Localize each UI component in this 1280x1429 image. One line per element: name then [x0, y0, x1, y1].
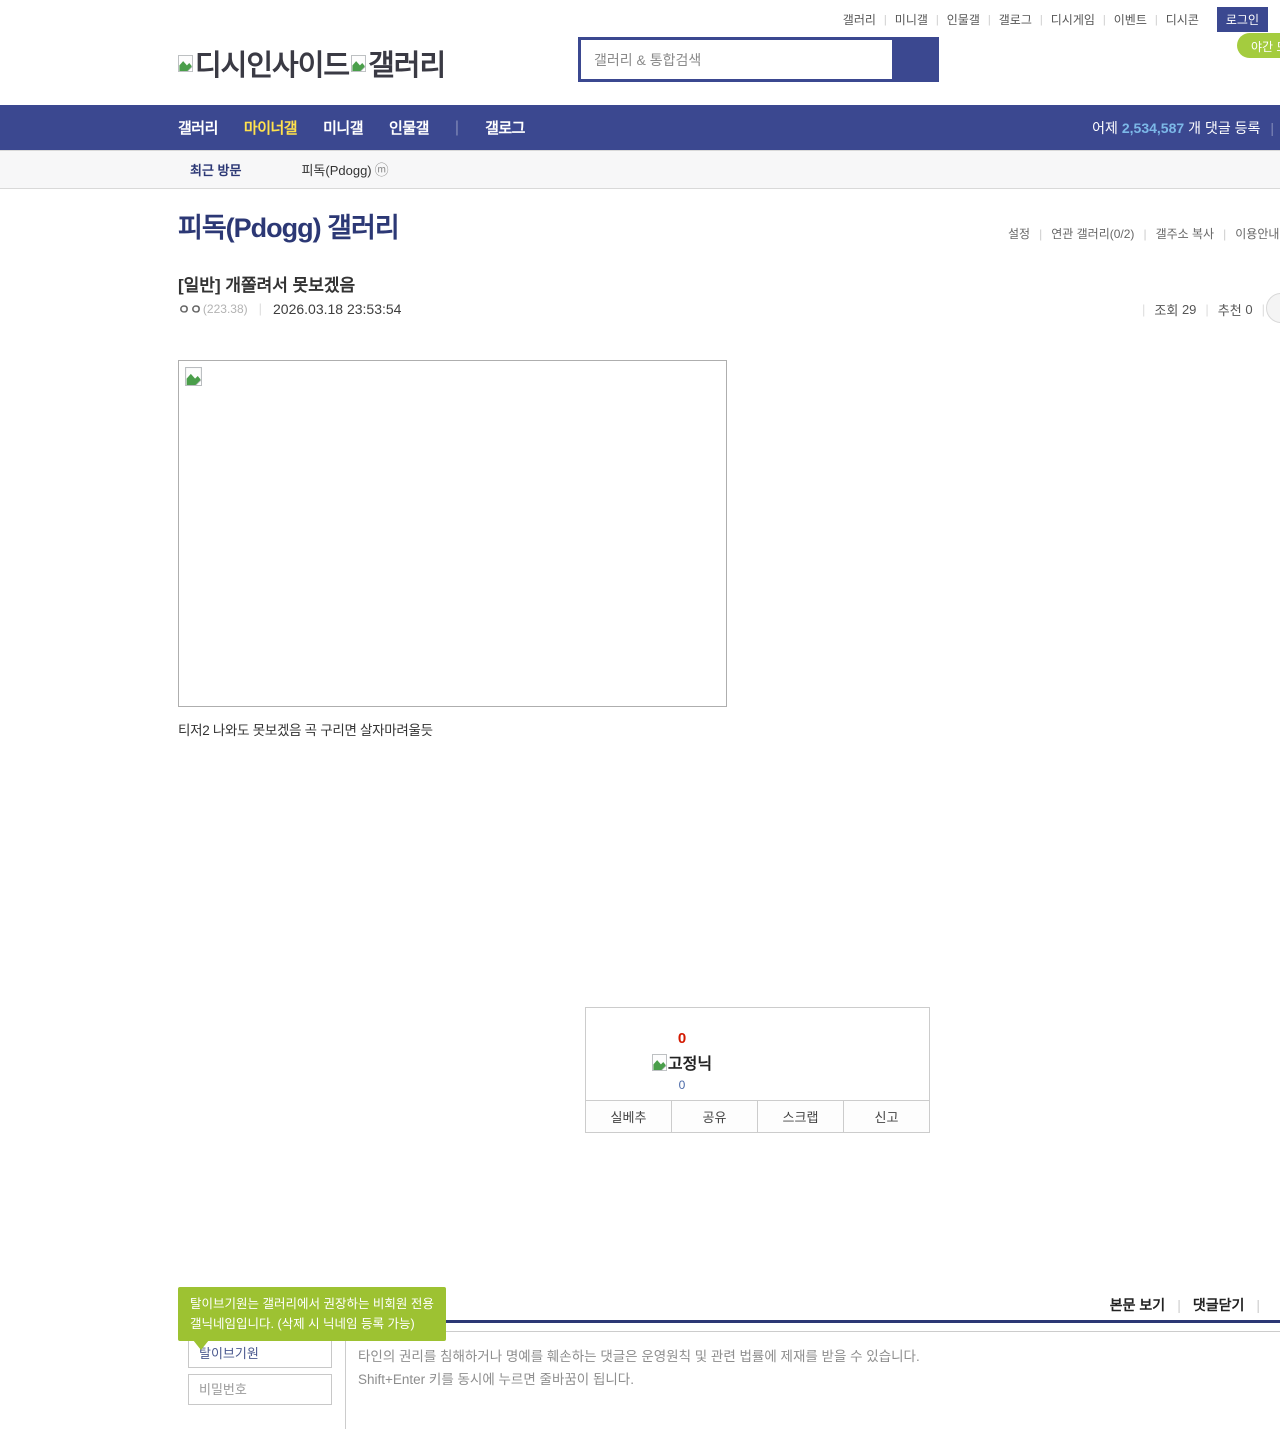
recommend-label: 추천 [1217, 303, 1242, 318]
silbechu-button[interactable]: 실베추 [586, 1101, 672, 1132]
usage-guide-link[interactable]: 이용안내 [1235, 225, 1279, 242]
report-button[interactable]: 신고 [844, 1101, 929, 1132]
vote-column: 0 고정닉 0 [626, 1030, 738, 1092]
broken-image-icon [178, 54, 193, 72]
util-link-dcgame[interactable]: 디시게임 [1043, 11, 1103, 28]
post-image-placeholder[interactable] [178, 360, 727, 707]
nav-persongal[interactable]: 인물갤 [389, 117, 429, 138]
recent-visit-label[interactable]: 최근 방문 [190, 160, 241, 179]
gallery-title[interactable]: 피독(Pdogg) 갤러리 [178, 206, 400, 245]
copy-url-link[interactable]: 갤주소 복사 [1156, 225, 1215, 242]
post-writer-ip: (223.38) [202, 301, 248, 316]
comment-header: 본문 보기 | 댓글닫기 | [1110, 1295, 1272, 1315]
comment-count-stats: 어제 2,534,587 개 댓글 등록 | [1092, 105, 1274, 150]
post-title-text: 개쫄려서 못보겠음 [225, 276, 356, 295]
scrap-button[interactable]: 스크랩 [758, 1101, 844, 1132]
night-mode-button[interactable]: 야간 모드 [1237, 33, 1280, 58]
divider: | [1205, 302, 1209, 317]
tooltip-line2: 갤닉네임입니다. (삭제 시 닉네임 등록 가능) [190, 1317, 415, 1331]
nav-minigal[interactable]: 미니갤 [323, 117, 363, 138]
logo-text-primary: 디시인사이드 [195, 50, 350, 82]
util-link-minigal[interactable]: 미니갤 [887, 11, 936, 28]
nav-gallery[interactable]: 갤러리 [178, 117, 218, 138]
fixed-nick-row: 고정닉 [626, 1050, 738, 1074]
stats-suffix: 개 댓글 등록 [1188, 119, 1261, 136]
comment-nickname-input[interactable] [188, 1337, 332, 1368]
minor-gallery-badge-icon: ⓜ [374, 161, 389, 178]
search-input[interactable] [581, 40, 892, 79]
stats-prefix: 어제 [1092, 119, 1118, 136]
divider: | [1256, 1297, 1260, 1313]
post-title: [일반] 개쫄려서 못보겠음 [178, 271, 355, 296]
divider: | [1039, 226, 1043, 241]
comment-password-input[interactable] [188, 1374, 332, 1405]
broken-image-icon [351, 54, 367, 72]
comment-textarea[interactable]: 타인의 권리를 침해하거나 명예를 훼손하는 댓글은 운영원칙 및 관련 법률에… [345, 1331, 1280, 1429]
nav-items: 갤러리 마이너갤 미니갤 인물갤 | 갤로그 [178, 117, 525, 138]
gallery-header-links: 설정 | 연관 갤러리(0/2) | 갤주소 복사 | 이용안내 [1008, 225, 1279, 242]
recent-gallery-link[interactable]: 피독(Pdogg) ⓜ [301, 160, 388, 180]
divider: | [1142, 302, 1146, 317]
divider: | [1223, 226, 1227, 241]
tooltip-line1: 탈이브기원는 갤러리에서 권장하는 비회원 전용 [190, 1297, 434, 1311]
utility-bar: 갤러리 | 미니갤 | 인물갤 | 갤로그 | 디시게임 | 이벤트 | 디시콘 로그인 [835, 7, 1268, 32]
views-count: 29 [1181, 302, 1197, 317]
share-button[interactable]: 공유 [672, 1101, 758, 1132]
divider: | [1143, 226, 1147, 241]
settings-link[interactable]: 설정 [1008, 225, 1030, 242]
post-body-text: 티저2 나와도 못보겠음 곡 구리면 살자마려울듯 [178, 723, 433, 738]
comment-rules-line1: 타인의 권리를 침해하거나 명예를 훼손하는 댓글은 운영원칙 및 관련 법률에… [358, 1349, 920, 1364]
post-category: [일반] [178, 276, 221, 295]
login-button[interactable]: 로그인 [1216, 7, 1268, 32]
recent-visit-bar: 최근 방문 피독(Pdogg) ⓜ [0, 150, 1280, 189]
divider: | [258, 301, 263, 316]
util-link-dccon[interactable]: 디시콘 [1158, 11, 1207, 28]
search-button[interactable] [892, 40, 936, 79]
vote-box: 0 고정닉 0 실베추 공유 스크랩 신고 [585, 1007, 930, 1133]
recent-gallery-name: 피독(Pdogg) [301, 162, 372, 178]
view-post-button[interactable]: 본문 보기 [1110, 1295, 1165, 1315]
util-link-persongal[interactable]: 인물갤 [939, 11, 988, 28]
util-link-gallog[interactable]: 갤로그 [991, 11, 1040, 28]
dcinside-gallery-page: 갤러리 | 미니갤 | 인물갤 | 갤로그 | 디시게임 | 이벤트 | 디시콘 로그인 디… [0, 0, 1280, 1429]
logo-text-secondary: 갤러리 [368, 50, 446, 82]
vote-actions-row: 실베추 공유 스크랩 신고 [586, 1100, 929, 1132]
util-link-gallery[interactable]: 갤러리 [835, 11, 884, 28]
site-logo[interactable]: 디시인사이드 갤러리 [178, 42, 446, 84]
post-stats: | 조회 29 | 추천 0 | [1133, 300, 1274, 319]
post-meta: ㅇㅇ (223.38) | 2026.03.18 23:53:54 [178, 299, 401, 318]
broken-image-icon [185, 367, 202, 386]
divider: | [1177, 1297, 1181, 1313]
nav-gallog[interactable]: 갤로그 [485, 117, 525, 138]
post-date: 2026.03.18 23:53:54 [273, 300, 402, 317]
nav-minorgal-active[interactable]: 마이너갤 [244, 117, 298, 138]
recommend-count: 0 [1245, 302, 1253, 317]
search-box [578, 37, 939, 82]
divider: | [1261, 302, 1265, 317]
stats-count: 2,534,587 [1121, 119, 1185, 136]
post-writer[interactable]: ㅇㅇ [178, 299, 202, 318]
upvote-count: 0 [677, 1030, 687, 1047]
gallnick-tooltip: 탈이브기원는 갤러리에서 권장하는 비회원 전용 갤닉네임입니다. (삭제 시 … [178, 1287, 446, 1350]
divider: | [1270, 119, 1274, 136]
main-nav: 갤러리 마이너갤 미니갤 인물갤 | 갤로그 어제 2,534,587 개 댓글… [0, 105, 1280, 150]
close-comments-button[interactable]: 댓글닫기 [1193, 1295, 1245, 1315]
divider: | [454, 118, 460, 136]
broken-image-icon [651, 1053, 667, 1071]
util-link-event[interactable]: 이벤트 [1106, 11, 1155, 28]
comment-rules-line2: Shift+Enter 키를 동시에 누르면 줄바꿈이 됩니다. [358, 1371, 634, 1387]
related-gallery-link[interactable]: 연관 갤러리(0/2) [1051, 225, 1134, 242]
fixed-nick-count: 0 [678, 1078, 686, 1092]
fixed-nick-label: 고정닉 [667, 1056, 713, 1073]
views-label: 조회 [1154, 303, 1179, 318]
